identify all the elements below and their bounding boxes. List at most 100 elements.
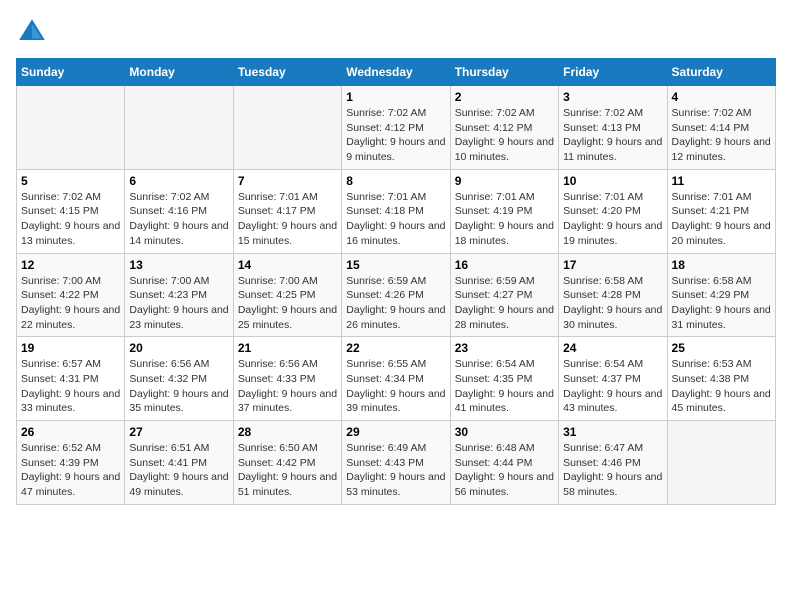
calendar-cell: 21 Sunrise: 6:56 AM Sunset: 4:33 PM Dayli… [233, 337, 341, 421]
calendar-cell: 27 Sunrise: 6:51 AM Sunset: 4:41 PM Dayli… [125, 421, 233, 505]
calendar-cell: 30Sunrise: 6:48 AM Sunset: 4:44 PM Dayli… [450, 421, 558, 505]
day-info: Sunrise: 6:54 AM Sunset: 4:35 PM Dayligh… [455, 357, 554, 416]
weekday-header-thursday: Thursday [450, 59, 558, 86]
day-info: Sunrise: 6:51 AM Sunset: 4:41 PM Dayligh… [129, 441, 228, 500]
day-info: Sunrise: 7:00 AM Sunset: 4:25 PM Dayligh… [238, 274, 337, 333]
day-info: Sunrise: 7:02 AM Sunset: 4:14 PM Dayligh… [672, 106, 771, 165]
day-info: Sunrise: 7:00 AM Sunset: 4:22 PM Dayligh… [21, 274, 120, 333]
day-info: Sunrise: 6:50 AM Sunset: 4:42 PM Dayligh… [238, 441, 337, 500]
day-info: Sunrise: 7:01 AM Sunset: 4:17 PM Dayligh… [238, 190, 337, 249]
day-info: Sunrise: 6:59 AM Sunset: 4:27 PM Dayligh… [455, 274, 554, 333]
day-info: Sunrise: 6:53 AM Sunset: 4:38 PM Dayligh… [672, 357, 771, 416]
day-number: 31 [563, 425, 662, 439]
calendar-cell: 18 Sunrise: 6:58 AM Sunset: 4:29 PM Dayli… [667, 253, 775, 337]
day-info: Sunrise: 7:01 AM Sunset: 4:21 PM Dayligh… [672, 190, 771, 249]
day-number: 20 [129, 341, 228, 355]
calendar-week-3: 12 Sunrise: 7:00 AM Sunset: 4:22 PM Dayli… [17, 253, 776, 337]
day-number: 8 [346, 174, 445, 188]
day-number: 13 [129, 258, 228, 272]
calendar-cell: 2 Sunrise: 7:02 AM Sunset: 4:12 PM Daylig… [450, 86, 558, 170]
day-number: 11 [672, 174, 771, 188]
calendar-cell [667, 421, 775, 505]
day-number: 27 [129, 425, 228, 439]
day-info: Sunrise: 7:02 AM Sunset: 4:12 PM Dayligh… [455, 106, 554, 165]
calendar-cell: 11 Sunrise: 7:01 AM Sunset: 4:21 PM Dayli… [667, 169, 775, 253]
day-number: 23 [455, 341, 554, 355]
calendar-cell: 15 Sunrise: 6:59 AM Sunset: 4:26 PM Dayli… [342, 253, 450, 337]
day-number: 7 [238, 174, 337, 188]
day-number: 24 [563, 341, 662, 355]
calendar-cell: 31Sunrise: 6:47 AM Sunset: 4:46 PM Dayli… [559, 421, 667, 505]
day-info: Sunrise: 6:56 AM Sunset: 4:33 PM Dayligh… [238, 357, 337, 416]
calendar-cell [233, 86, 341, 170]
calendar-cell: 3 Sunrise: 7:02 AM Sunset: 4:13 PM Daylig… [559, 86, 667, 170]
day-number: 15 [346, 258, 445, 272]
day-number: 18 [672, 258, 771, 272]
day-number: 10 [563, 174, 662, 188]
calendar-week-2: 5 Sunrise: 7:02 AM Sunset: 4:15 PM Daylig… [17, 169, 776, 253]
calendar-week-1: 1 Sunrise: 7:02 AM Sunset: 4:12 PM Daylig… [17, 86, 776, 170]
day-info: Sunrise: 6:49 AM Sunset: 4:43 PM Dayligh… [346, 441, 445, 500]
calendar-cell: 10 Sunrise: 7:01 AM Sunset: 4:20 PM Dayli… [559, 169, 667, 253]
weekday-header-wednesday: Wednesday [342, 59, 450, 86]
day-number: 4 [672, 90, 771, 104]
day-info: Sunrise: 7:02 AM Sunset: 4:15 PM Dayligh… [21, 190, 120, 249]
day-number: 3 [563, 90, 662, 104]
calendar-cell: 23 Sunrise: 6:54 AM Sunset: 4:35 PM Dayli… [450, 337, 558, 421]
calendar-cell: 4 Sunrise: 7:02 AM Sunset: 4:14 PM Daylig… [667, 86, 775, 170]
calendar-table: SundayMondayTuesdayWednesdayThursdayFrid… [16, 58, 776, 505]
calendar-cell: 26 Sunrise: 6:52 AM Sunset: 4:39 PM Dayli… [17, 421, 125, 505]
day-info: Sunrise: 6:59 AM Sunset: 4:26 PM Dayligh… [346, 274, 445, 333]
day-info: Sunrise: 6:55 AM Sunset: 4:34 PM Dayligh… [346, 357, 445, 416]
day-info: Sunrise: 7:01 AM Sunset: 4:20 PM Dayligh… [563, 190, 662, 249]
day-info: Sunrise: 7:02 AM Sunset: 4:13 PM Dayligh… [563, 106, 662, 165]
day-info: Sunrise: 6:56 AM Sunset: 4:32 PM Dayligh… [129, 357, 228, 416]
calendar-cell: 22 Sunrise: 6:55 AM Sunset: 4:34 PM Dayli… [342, 337, 450, 421]
calendar-cell: 1 Sunrise: 7:02 AM Sunset: 4:12 PM Daylig… [342, 86, 450, 170]
day-number: 17 [563, 258, 662, 272]
calendar-cell: 7 Sunrise: 7:01 AM Sunset: 4:17 PM Daylig… [233, 169, 341, 253]
calendar-cell: 6 Sunrise: 7:02 AM Sunset: 4:16 PM Daylig… [125, 169, 233, 253]
day-number: 29 [346, 425, 445, 439]
calendar-cell: 28 Sunrise: 6:50 AM Sunset: 4:42 PM Dayli… [233, 421, 341, 505]
day-info: Sunrise: 7:02 AM Sunset: 4:16 PM Dayligh… [129, 190, 228, 249]
day-number: 19 [21, 341, 120, 355]
day-number: 22 [346, 341, 445, 355]
day-number: 2 [455, 90, 554, 104]
day-info: Sunrise: 7:00 AM Sunset: 4:23 PM Dayligh… [129, 274, 228, 333]
calendar-cell: 17 Sunrise: 6:58 AM Sunset: 4:28 PM Dayli… [559, 253, 667, 337]
weekday-header-friday: Friday [559, 59, 667, 86]
day-info: Sunrise: 7:01 AM Sunset: 4:18 PM Dayligh… [346, 190, 445, 249]
weekday-header-monday: Monday [125, 59, 233, 86]
calendar-week-5: 26 Sunrise: 6:52 AM Sunset: 4:39 PM Dayli… [17, 421, 776, 505]
day-number: 12 [21, 258, 120, 272]
logo-icon [16, 16, 48, 48]
day-number: 25 [672, 341, 771, 355]
day-number: 21 [238, 341, 337, 355]
weekday-header-saturday: Saturday [667, 59, 775, 86]
day-info: Sunrise: 7:01 AM Sunset: 4:19 PM Dayligh… [455, 190, 554, 249]
calendar-cell: 19Sunrise: 6:57 AM Sunset: 4:31 PM Dayli… [17, 337, 125, 421]
page-header [16, 16, 776, 48]
day-number: 5 [21, 174, 120, 188]
day-info: Sunrise: 6:58 AM Sunset: 4:28 PM Dayligh… [563, 274, 662, 333]
day-number: 30 [455, 425, 554, 439]
day-number: 1 [346, 90, 445, 104]
day-number: 6 [129, 174, 228, 188]
day-info: Sunrise: 6:52 AM Sunset: 4:39 PM Dayligh… [21, 441, 120, 500]
day-info: Sunrise: 6:58 AM Sunset: 4:29 PM Dayligh… [672, 274, 771, 333]
day-number: 28 [238, 425, 337, 439]
weekday-header-sunday: Sunday [17, 59, 125, 86]
calendar-cell: 24 Sunrise: 6:54 AM Sunset: 4:37 PM Dayli… [559, 337, 667, 421]
day-info: Sunrise: 6:54 AM Sunset: 4:37 PM Dayligh… [563, 357, 662, 416]
calendar-cell: 16Sunrise: 6:59 AM Sunset: 4:27 PM Dayli… [450, 253, 558, 337]
calendar-cell: 20 Sunrise: 6:56 AM Sunset: 4:32 PM Dayli… [125, 337, 233, 421]
logo [16, 16, 52, 48]
calendar-cell: 13 Sunrise: 7:00 AM Sunset: 4:23 PM Dayli… [125, 253, 233, 337]
day-info: Sunrise: 7:02 AM Sunset: 4:12 PM Dayligh… [346, 106, 445, 165]
calendar-week-4: 19Sunrise: 6:57 AM Sunset: 4:31 PM Dayli… [17, 337, 776, 421]
calendar-cell: 29 Sunrise: 6:49 AM Sunset: 4:43 PM Dayli… [342, 421, 450, 505]
day-number: 26 [21, 425, 120, 439]
calendar-cell: 9Sunrise: 7:01 AM Sunset: 4:19 PM Daylig… [450, 169, 558, 253]
calendar-cell: 5 Sunrise: 7:02 AM Sunset: 4:15 PM Daylig… [17, 169, 125, 253]
